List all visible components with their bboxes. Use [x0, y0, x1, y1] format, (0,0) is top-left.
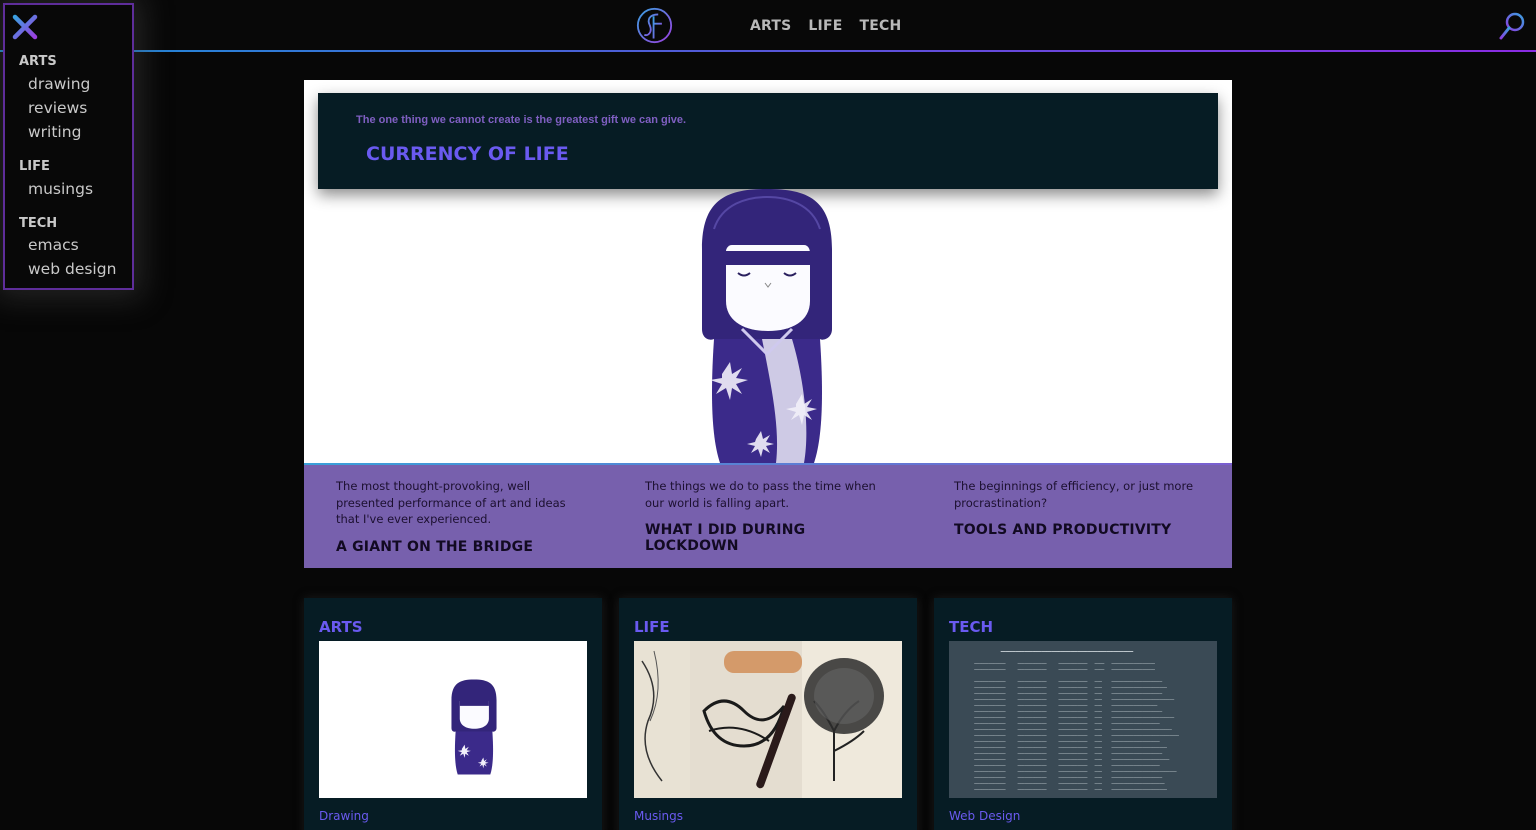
featured-post-description: The things we do to pass the time when o… — [645, 479, 876, 510]
kokeshi-doll-illustration — [702, 189, 832, 463]
card-title[interactable]: TECH — [949, 618, 993, 636]
category-card-life[interactable]: LIFE Musings — [619, 598, 917, 830]
nav-life[interactable]: LIFE — [808, 18, 842, 34]
card-link[interactable]: Web Design — [949, 809, 1020, 823]
nav-tech[interactable]: TECH — [859, 18, 901, 34]
hero-subtitle: The one thing we cannot create is the gr… — [356, 114, 687, 126]
featured-posts-band: The most thought-provoking, well present… — [304, 463, 1232, 568]
menu-item-drawing[interactable]: drawing — [28, 75, 90, 93]
featured-post-description: The most thought-provoking, well present… — [336, 479, 566, 526]
card-image-terminal[interactable]: ════════════════════════════════════════… — [949, 641, 1217, 798]
featured-post[interactable]: The things we do to pass the time when o… — [645, 478, 895, 554]
header-gradient-rule — [0, 50, 1536, 52]
card-link[interactable]: Musings — [634, 809, 683, 823]
card-title[interactable]: LIFE — [634, 618, 670, 636]
menu-heading-tech[interactable]: TECH — [19, 216, 57, 231]
menu-item-emacs[interactable]: emacs — [28, 236, 79, 254]
category-card-arts[interactable]: ARTS Drawing — [304, 598, 602, 830]
hero-feature: The one thing we cannot create is the gr… — [304, 80, 1232, 568]
hero-title-card: The one thing we cannot create is the gr… — [318, 93, 1218, 189]
featured-post-title[interactable]: WHAT I DID DURING LOCKDOWN — [645, 522, 895, 554]
featured-post-title[interactable]: TOOLS AND PRODUCTIVITY — [954, 522, 1204, 538]
card-link[interactable]: Drawing — [319, 809, 369, 823]
card-image-ink-drawings[interactable] — [634, 641, 902, 798]
hero-title[interactable]: CURRENCY OF LIFE — [366, 143, 569, 165]
terminal-screenshot: ════════════════════════════════════════… — [949, 641, 1217, 798]
card-image-doll[interactable] — [319, 641, 587, 798]
featured-post[interactable]: The beginnings of efficiency, or just mo… — [954, 478, 1204, 538]
menu-heading-life[interactable]: LIFE — [19, 159, 50, 174]
side-menu: ARTS drawing reviews writing LIFE musing… — [3, 3, 134, 290]
menu-heading-arts[interactable]: ARTS — [19, 54, 57, 69]
menu-item-writing[interactable]: writing — [28, 123, 81, 141]
top-navigation-bar: ARTS LIFE TECH — [0, 0, 1536, 52]
cf-monogram-logo[interactable] — [636, 7, 673, 44]
card-title[interactable]: ARTS — [319, 618, 363, 636]
search-icon[interactable] — [1498, 11, 1526, 41]
nav-arts[interactable]: ARTS — [750, 18, 791, 34]
band-gradient-line — [304, 463, 1232, 465]
featured-post[interactable]: The most thought-provoking, well present… — [336, 478, 586, 555]
featured-post-description: The beginnings of efficiency, or just mo… — [954, 479, 1194, 510]
kokeshi-doll-thumbnail — [451, 679, 497, 775]
featured-post-title[interactable]: A GIANT ON THE BRIDGE — [336, 539, 586, 555]
category-card-tech[interactable]: TECH ═══════════════════════════════════… — [934, 598, 1232, 830]
ink-drawings-photo — [634, 641, 902, 798]
close-icon[interactable] — [11, 13, 39, 41]
menu-item-musings[interactable]: musings — [28, 180, 93, 198]
menu-item-reviews[interactable]: reviews — [28, 99, 87, 117]
main-nav: ARTS LIFE TECH — [750, 18, 901, 34]
menu-item-web-design[interactable]: web design — [28, 260, 116, 278]
